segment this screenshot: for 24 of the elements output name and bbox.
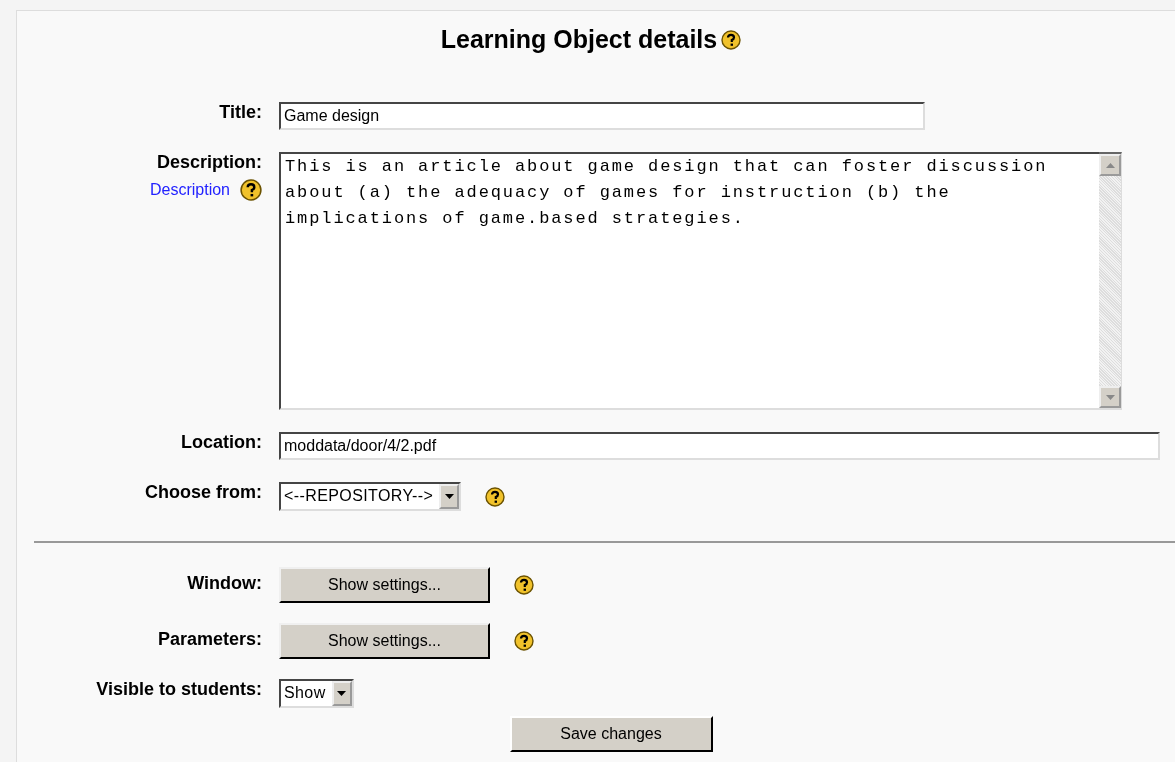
field-label: Window: bbox=[187, 573, 262, 594]
field-label: Description: bbox=[157, 152, 262, 173]
field-label: Title: bbox=[219, 102, 262, 123]
dropdown-arrow-icon[interactable] bbox=[444, 494, 454, 499]
help-icon[interactable] bbox=[485, 486, 506, 507]
field-label: Parameters: bbox=[157, 629, 262, 650]
field-label: Visible to students: bbox=[96, 679, 262, 700]
location-field[interactable]: moddata/door/4/2.pdf bbox=[279, 432, 1160, 460]
help-icon[interactable] bbox=[240, 179, 262, 201]
description-field[interactable]: This is an article about game design that can foster discussion about (a) the adequacy of games for instruction (b) the implications of game.based strategies. bbox=[279, 152, 1099, 410]
description-help-link[interactable]: Description bbox=[149, 181, 230, 199]
help-icon[interactable] bbox=[721, 29, 742, 50]
help-icon[interactable] bbox=[514, 631, 534, 651]
field-label: Location: bbox=[181, 432, 262, 453]
field-label: Choose from: bbox=[145, 482, 262, 503]
show-settings-button[interactable]: Show settings... bbox=[279, 623, 490, 659]
save-changes-button[interactable]: Save changes bbox=[509, 716, 713, 752]
help-icon[interactable] bbox=[514, 575, 534, 595]
form-heading: Learning Object details bbox=[440, 25, 718, 54]
title-field[interactable]: Game design bbox=[279, 102, 925, 130]
show-settings-button[interactable]: Show settings... bbox=[279, 567, 490, 603]
dropdown[interactable]: Show bbox=[279, 679, 354, 708]
dropdown[interactable]: <--REPOSITORY--> bbox=[279, 482, 462, 511]
dropdown-arrow-icon[interactable] bbox=[337, 691, 347, 696]
